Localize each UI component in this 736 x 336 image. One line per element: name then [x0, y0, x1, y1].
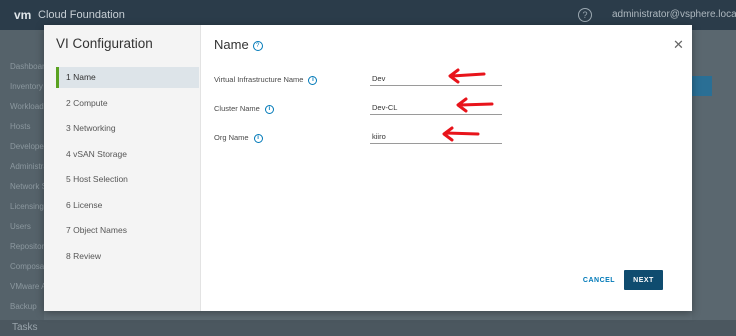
help-icon[interactable]: ?	[578, 8, 592, 22]
sidebar-item-inventory: Inventory	[10, 82, 43, 91]
annotation-arrow-icon	[448, 68, 486, 84]
background-sidebar: Dashboard Inventory Workload Domains Hos…	[0, 30, 104, 320]
sidebar-item-licensing: Licensing	[10, 202, 44, 211]
form-row-vi-name: Virtual Infrastructure Name i	[214, 68, 684, 91]
page-heading: Name?	[214, 37, 263, 52]
org-name-label: Org Name	[214, 133, 249, 142]
field-label: Cluster Name i	[214, 104, 274, 114]
cluster-name-label: Cluster Name	[214, 104, 260, 113]
step-compute[interactable]: 2 Compute	[56, 93, 199, 114]
info-icon[interactable]: i	[253, 133, 263, 143]
info-icon[interactable]: i	[308, 75, 318, 85]
user-menu[interactable]: administrator@vsphere.local	[612, 9, 736, 20]
sidebar-item-repository: Repository	[10, 242, 49, 251]
step-vsan-storage[interactable]: 4 vSAN Storage	[56, 144, 199, 165]
step-name[interactable]: 1 Name	[56, 67, 199, 88]
sidebar-item-backup: Backup	[10, 302, 37, 311]
wizard-sidebar: VI Configuration 1 Name 2 Compute 3 Netw…	[44, 25, 201, 311]
form-row-org-name: Org Name i	[214, 126, 684, 149]
field-label: Org Name i	[214, 133, 263, 143]
field-label: Virtual Infrastructure Name i	[214, 75, 318, 85]
cancel-button[interactable]: CANCEL	[576, 271, 622, 289]
help-icon[interactable]: ?	[252, 40, 263, 51]
wizard-steps: 1 Name 2 Compute 3 Networking 4 vSAN Sto…	[56, 67, 199, 271]
close-icon[interactable]: ✕	[673, 37, 684, 53]
annotation-arrow-icon	[442, 126, 480, 142]
annotation-arrow-icon	[456, 97, 494, 113]
step-object-names[interactable]: 7 Object Names	[56, 220, 199, 241]
vmware-logo: vm	[14, 8, 32, 22]
app-name: Cloud Foundation	[38, 9, 125, 21]
page-heading-text: Name	[214, 37, 249, 52]
vi-configuration-dialog: VI Configuration 1 Name 2 Compute 3 Netw…	[44, 25, 692, 311]
sidebar-item-hosts: Hosts	[10, 122, 31, 131]
next-button[interactable]: NEXT	[624, 270, 663, 290]
sidebar-item-users: Users	[10, 222, 31, 231]
form-row-cluster-name: Cluster Name i	[214, 97, 684, 120]
background-action-button	[692, 76, 712, 96]
step-host-selection[interactable]: 5 Host Selection	[56, 169, 199, 190]
step-networking[interactable]: 3 Networking	[56, 118, 199, 139]
step-license[interactable]: 6 License	[56, 195, 199, 216]
background-content	[692, 30, 736, 320]
step-review[interactable]: 8 Review	[56, 246, 199, 267]
tasks-label: Tasks	[12, 322, 38, 333]
vi-name-label: Virtual Infrastructure Name	[214, 75, 304, 84]
info-icon[interactable]: i	[264, 104, 274, 114]
tasks-bar: Tasks	[0, 320, 736, 336]
wizard-title: VI Configuration	[56, 36, 153, 51]
